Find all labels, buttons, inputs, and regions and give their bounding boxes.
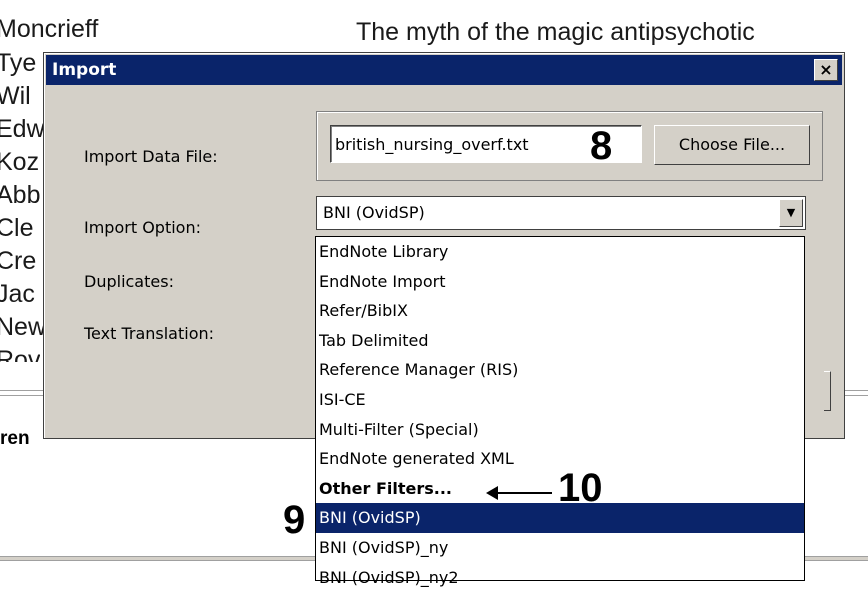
dialog-title: Import: [52, 60, 117, 80]
close-icon: ×: [819, 60, 833, 79]
preview-heading: ren: [0, 428, 30, 449]
choose-file-button[interactable]: Choose File...: [654, 125, 810, 165]
list-item[interactable]: EndNote Library: [316, 237, 804, 267]
author-cell: Cle: [0, 214, 34, 242]
list-item[interactable]: Tab Delimited: [316, 326, 804, 356]
author-cell: Wil: [0, 82, 31, 110]
author-cell: Rov: [0, 348, 41, 362]
text-translation-label: Text Translation:: [84, 324, 215, 343]
author-cell: Moncrieff: [0, 15, 99, 43]
dialog-titlebar[interactable]: Import ×: [46, 55, 842, 85]
close-button[interactable]: ×: [814, 59, 838, 81]
annotation-arrow-line: [494, 492, 552, 494]
import-option-select[interactable]: BNI (OvidSP) ▼: [316, 196, 806, 230]
list-item[interactable]: EndNote Import: [316, 267, 804, 297]
dropdown-button[interactable]: ▼: [779, 199, 803, 227]
author-cell: New: [0, 313, 47, 341]
import-option-value: BNI (OvidSP): [323, 203, 425, 222]
list-item[interactable]: ISI-CE: [316, 385, 804, 415]
list-item[interactable]: Reference Manager (RIS): [316, 355, 804, 385]
hidden-button-edge[interactable]: [824, 371, 831, 411]
import-option-label: Import Option:: [84, 218, 201, 237]
annotation-step-10: 10: [558, 466, 603, 510]
author-cell: Cre: [0, 247, 37, 275]
author-cell: Tye: [0, 49, 37, 77]
list-item[interactable]: BNI (OvidSP)_ny: [316, 533, 804, 563]
author-cell: Jac: [0, 280, 35, 308]
annotation-step-8: 8: [590, 124, 613, 168]
duplicates-label: Duplicates:: [84, 272, 174, 291]
author-cell: Edw: [0, 115, 45, 143]
author-cell: Koz: [0, 148, 40, 176]
import-option-list[interactable]: EndNote Library EndNote Import Refer/Bib…: [315, 236, 805, 587]
arrow-left-icon: [486, 486, 498, 500]
list-item[interactable]: Multi-Filter (Special): [316, 415, 804, 445]
list-item[interactable]: Refer/BibIX: [316, 296, 804, 326]
author-cell: Abb: [0, 181, 41, 209]
chevron-down-icon: ▼: [786, 206, 796, 219]
reference-title: The myth of the magic antipsychotic: [356, 18, 755, 46]
list-item[interactable]: BNI (OvidSP)_ny2: [316, 563, 804, 592]
import-file-label: Import Data File:: [84, 147, 218, 166]
annotation-step-9: 9: [283, 498, 306, 542]
